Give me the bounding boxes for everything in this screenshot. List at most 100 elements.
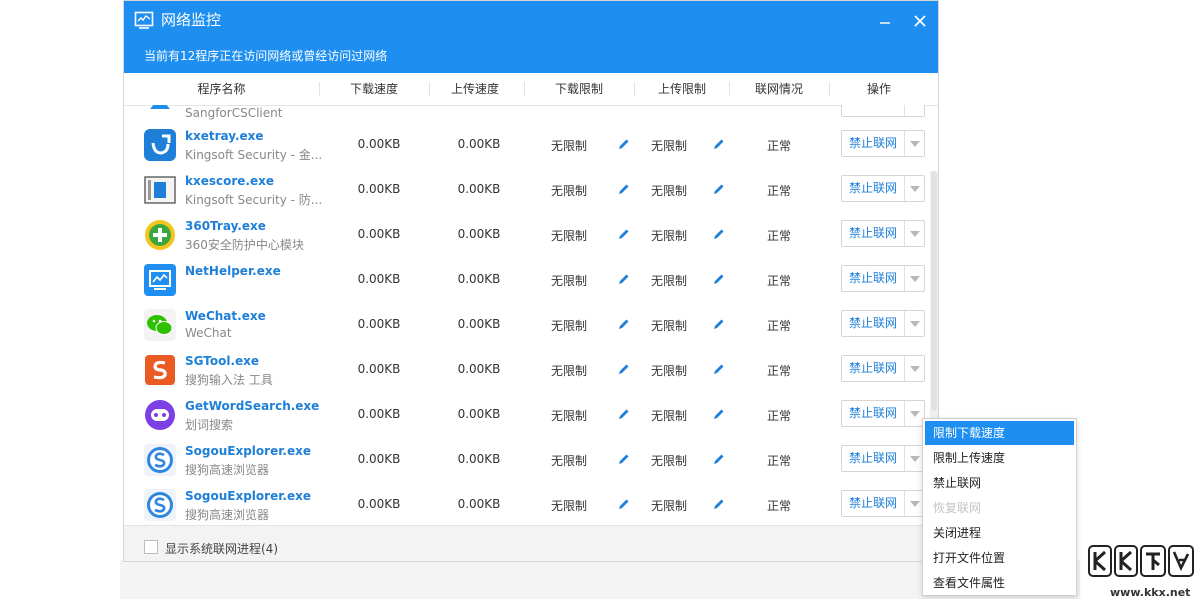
edit-upload-limit-icon[interactable] [712, 182, 726, 196]
process-name[interactable]: GetWordSearch.exe [185, 399, 319, 413]
table-row[interactable]: kxetray.exe Kingsoft Security - 金... 0.0… [124, 123, 925, 168]
process-description: 搜狗高速浏览器 [185, 508, 270, 522]
network-status: 正常 [766, 499, 791, 513]
edit-upload-limit-icon[interactable] [712, 362, 726, 376]
chevron-down-icon [910, 455, 920, 462]
process-name[interactable]: NetHelper.exe [185, 264, 281, 278]
table-row[interactable]: NetHelper.exe 0.00KB 0.00KB 无限制 无限制 正常 禁… [124, 258, 925, 303]
minimize-icon [880, 22, 890, 24]
table-row[interactable]: 360Tray.exe 360安全防护中心模块 0.00KB 0.00KB 无限… [124, 213, 925, 258]
menu-item-limit-upload[interactable]: 限制上传速度 [925, 446, 1074, 470]
block-network-label[interactable]: 禁止联网 [842, 356, 904, 381]
table-row[interactable]: SogouExplorer.exe 搜狗高速浏览器 0.00KB 0.00KB … [124, 483, 925, 525]
process-description: WeChat [185, 326, 232, 340]
block-network-button[interactable]: 禁止联网 [841, 265, 925, 292]
block-network-button[interactable]: 禁止联网 [841, 220, 925, 247]
upload-speed: 0.00KB [457, 182, 501, 196]
upload-limit: 无限制 [650, 184, 687, 198]
show-system-process-label[interactable]: 显示系统联网进程(4) [165, 540, 278, 557]
edit-upload-limit-icon[interactable] [712, 407, 726, 421]
col-header-action: 操作 [866, 82, 891, 96]
scrollbar-thumb[interactable] [931, 171, 937, 411]
menu-item-open-file-location[interactable]: 打开文件位置 [925, 546, 1074, 570]
download-limit: 无限制 [550, 139, 587, 153]
dropdown-area[interactable] [904, 105, 925, 116]
table-row[interactable]: kxescore.exe Kingsoft Security - 防... 0.… [124, 168, 925, 213]
block-network-label[interactable]: 禁止联网 [842, 491, 904, 516]
process-name[interactable]: 360Tray.exe [185, 219, 266, 233]
table-row[interactable]: SGTool.exe 搜狗输入法 工具 0.00KB 0.00KB 无限制 无限… [124, 348, 925, 393]
upload-limit: 无限制 [650, 229, 687, 243]
network-monitor-window: 网络监控 当前有12程序正在访问网络或曾经访问过网络 程序名称 下载速度 上传速… [123, 0, 939, 562]
col-header-name[interactable]: 程序名称 [164, 73, 279, 105]
action-dropdown[interactable] [904, 221, 925, 246]
upload-speed: 0.00KB [457, 452, 501, 466]
block-network-label[interactable]: 禁止联网 [842, 266, 904, 291]
process-list: SangforCSClient kxetray.exe Kingsoft Sec… [124, 105, 938, 525]
action-dropdown[interactable] [904, 356, 925, 381]
process-name[interactable]: kxetray.exe [185, 129, 264, 143]
sogou-explorer-icon [144, 444, 176, 476]
chevron-down-icon [910, 140, 920, 147]
col-separator [319, 82, 320, 96]
upload-limit: 无限制 [650, 409, 687, 423]
download-speed: 0.00KB [357, 497, 401, 511]
process-name[interactable]: SGTool.exe [185, 354, 259, 368]
block-network-button[interactable]: 禁止联网 [841, 400, 925, 427]
block-network-label[interactable]: 禁止联网 [842, 446, 904, 471]
col-header-network-status[interactable]: 联网情况 [734, 73, 824, 105]
menu-item-limit-download[interactable]: 限制下载速度 [925, 421, 1074, 445]
upload-limit: 无限制 [650, 274, 687, 288]
table-row[interactable]: SogouExplorer.exe 搜狗高速浏览器 0.00KB 0.00KB … [124, 438, 925, 483]
col-separator [829, 82, 830, 96]
table-row[interactable]: WeChat.exe WeChat 0.00KB 0.00KB 无限制 无限制 … [124, 303, 925, 348]
download-speed: 0.00KB [357, 137, 401, 151]
process-name[interactable]: SogouExplorer.exe [185, 444, 311, 458]
block-network-label[interactable]: 禁止联网 [842, 131, 904, 156]
table-row[interactable]: GetWordSearch.exe 划词搜索 0.00KB 0.00KB 无限制… [124, 393, 925, 438]
minimize-button[interactable] [874, 10, 896, 32]
menu-item-file-properties[interactable]: 查看文件属性 [925, 571, 1074, 595]
col-header-download-limit[interactable]: 下载限制 [534, 73, 624, 105]
action-dropdown[interactable] [904, 266, 925, 291]
download-limit: 无限制 [550, 229, 587, 243]
process-name[interactable]: SogouExplorer.exe [185, 489, 311, 503]
close-button[interactable] [909, 10, 931, 32]
process-name[interactable]: WeChat.exe [185, 309, 266, 323]
menu-item-block-network[interactable]: 禁止联网 [925, 471, 1074, 495]
show-system-process-checkbox[interactable] [144, 540, 158, 554]
edit-upload-limit-icon[interactable] [712, 137, 726, 151]
block-network-button[interactable]: 禁止联网 [841, 355, 925, 382]
block-network-button[interactable]: 禁止联网 [841, 490, 925, 517]
col-header-download-speed[interactable]: 下载速度 [329, 73, 419, 105]
block-network-label[interactable]: 禁止联网 [842, 401, 904, 426]
block-network-button[interactable]: 禁止联网 [841, 445, 925, 472]
upload-speed: 0.00KB [457, 362, 501, 376]
edit-upload-limit-icon[interactable] [712, 497, 726, 511]
upload-speed: 0.00KB [457, 137, 501, 151]
context-menu: 限制下载速度 限制上传速度 禁止联网 恢复联网 关闭进程 打开文件位置 查看文件… [922, 418, 1077, 596]
action-dropdown[interactable] [904, 311, 925, 336]
upload-limit: 无限制 [650, 319, 687, 333]
block-network-label[interactable]: 禁止联网 [842, 176, 904, 201]
col-header-upload-limit[interactable]: 上传限制 [637, 73, 727, 105]
block-network-button[interactable]: 禁止联网 [841, 310, 925, 337]
menu-item-kill-process[interactable]: 关闭进程 [925, 521, 1074, 545]
edit-upload-limit-icon[interactable] [712, 452, 726, 466]
edit-upload-limit-icon[interactable] [712, 227, 726, 241]
edit-upload-limit-icon[interactable] [712, 317, 726, 331]
block-network-button[interactable]: 禁止联网 [841, 175, 925, 202]
block-network-label[interactable]: 禁止联网 [842, 221, 904, 246]
process-name[interactable]: kxescore.exe [185, 174, 274, 188]
network-status: 正常 [766, 184, 791, 198]
action-dropdown-button[interactable] [841, 105, 925, 117]
block-network-label[interactable]: 禁止联网 [842, 311, 904, 336]
col-header-upload-speed[interactable]: 上传速度 [430, 73, 520, 105]
action-dropdown[interactable] [904, 131, 925, 156]
action-dropdown[interactable] [904, 176, 925, 201]
process-description: Kingsoft Security - 金... [185, 148, 323, 162]
upload-limit: 无限制 [650, 364, 687, 378]
block-network-button[interactable]: 禁止联网 [841, 130, 925, 157]
edit-upload-limit-icon[interactable] [712, 272, 726, 286]
menu-item-restore-network: 恢复联网 [933, 501, 982, 515]
